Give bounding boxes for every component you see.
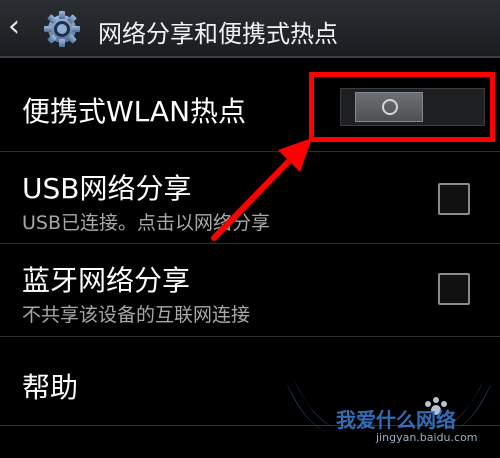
back-chevron-icon[interactable]: ‹ [8, 12, 30, 42]
top-bar: ‹ 网络分享和便携式热点 [0, 0, 500, 58]
bluetooth-tethering-checkbox[interactable] [438, 273, 470, 305]
bluetooth-tethering-row[interactable]: 蓝牙网络分享 不共享该设备的互联网连接 [0, 245, 500, 337]
usb-tethering-label: USB网络分享 [22, 172, 192, 205]
page-title: 网络分享和便携式热点 [98, 20, 338, 48]
baidu-watermark: 我爱什么网络 jingyan.baidu.com [278, 376, 500, 454]
usb-tethering-row[interactable]: USB网络分享 USB已连接。点击以网络分享 [0, 153, 500, 244]
watermark-url: jingyan.baidu.com [376, 431, 478, 444]
help-label: 帮助 [22, 371, 79, 404]
bluetooth-tethering-description: 不共享该设备的互联网连接 [22, 304, 251, 326]
annotation-highlight-box [309, 72, 495, 142]
watermark-text: 我爱什么网络 [336, 408, 456, 432]
bluetooth-tethering-label: 蓝牙网络分享 [22, 264, 191, 297]
usb-tethering-description: USB已连接。点击以网络分享 [22, 212, 271, 234]
gear-icon [44, 11, 80, 47]
wlan-hotspot-label: 便携式WLAN热点 [22, 95, 247, 128]
usb-tethering-checkbox[interactable] [438, 183, 470, 215]
